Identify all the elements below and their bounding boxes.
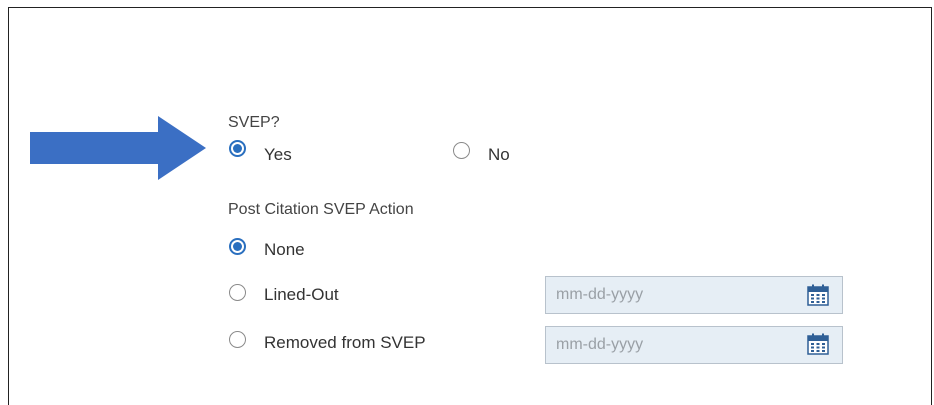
svep-no-label[interactable]: No <box>488 145 510 165</box>
svep-no-radio[interactable] <box>453 142 470 159</box>
none-radio[interactable] <box>229 238 246 255</box>
svep-label: SVEP? <box>228 114 280 131</box>
removed-from-svep-option-label[interactable]: Removed from SVEP <box>264 333 426 353</box>
removed-from-svep-date-input[interactable] <box>545 326 843 364</box>
calendar-icon[interactable] <box>806 333 830 355</box>
lined-out-option-label[interactable]: Lined-Out <box>264 285 339 305</box>
calendar-icon[interactable] <box>806 284 830 306</box>
post-citation-label: Post Citation SVEP Action <box>228 201 414 218</box>
none-option-label[interactable]: None <box>264 240 305 260</box>
right-arrow-icon <box>30 116 206 180</box>
lined-out-date-input[interactable] <box>545 276 843 314</box>
svep-yes-label[interactable]: Yes <box>264 145 292 165</box>
svep-yes-radio[interactable] <box>229 140 246 157</box>
lined-out-radio[interactable] <box>229 284 246 301</box>
removed-from-svep-radio[interactable] <box>229 331 246 348</box>
